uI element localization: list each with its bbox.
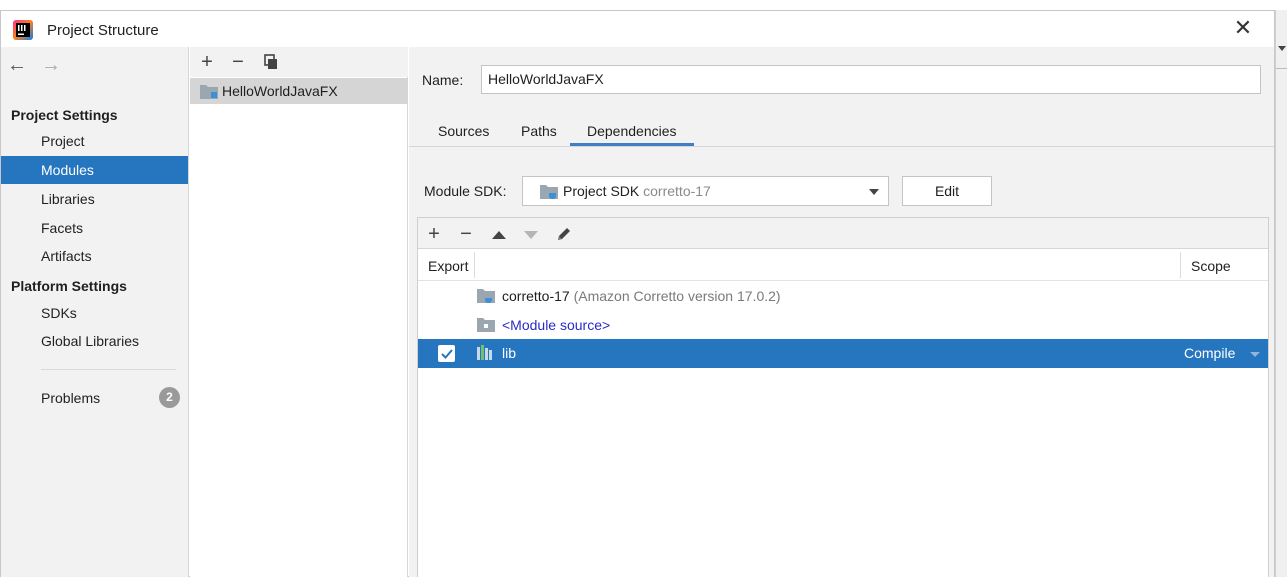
dependency-label: corretto-17 (Amazon Corretto version 17.…	[502, 288, 781, 304]
sidebar-item-modules[interactable]: Modules	[1, 156, 188, 184]
add-module-button[interactable]: +	[196, 51, 218, 73]
module-list-panel: + − HelloWorldJavaFX	[190, 47, 408, 577]
move-up-button[interactable]	[488, 223, 510, 245]
checkmark-icon	[441, 349, 453, 359]
dependencies-toolbar: + −	[418, 218, 1268, 249]
module-toolbar: + −	[190, 47, 408, 77]
pencil-icon	[558, 228, 570, 240]
module-sdk-value: Project SDK corretto-17	[563, 183, 711, 199]
column-divider	[474, 252, 475, 278]
tab-sources[interactable]: Sources	[438, 123, 489, 146]
dependency-name: lib	[502, 345, 517, 361]
sdk-folder-icon	[540, 185, 558, 199]
sdk-value-main: Project SDK	[563, 183, 640, 199]
ide-edge-divider	[1276, 68, 1287, 69]
arrow-up-icon	[492, 231, 506, 239]
export-column-header: Export	[428, 258, 469, 274]
module-item-helloworldjavafx[interactable]: HelloWorldJavaFX	[190, 78, 408, 104]
source-folder-icon	[477, 318, 495, 332]
module-folder-icon	[200, 85, 218, 99]
scope-dropdown-value[interactable]: Compile	[1184, 345, 1235, 361]
ide-menu-strip	[0, 0, 1287, 10]
tab-dependencies[interactable]: Dependencies	[570, 123, 694, 146]
dependencies-tab-content: Module SDK: Project SDK corretto-17 Edit…	[409, 147, 1274, 577]
add-dependency-button[interactable]: +	[423, 223, 445, 245]
close-button[interactable]: ✕	[1229, 17, 1257, 41]
forward-arrow-icon[interactable]: →	[41, 55, 61, 77]
dependency-row-lib[interactable]: lib Compile	[418, 339, 1268, 368]
remove-dependency-button[interactable]: −	[455, 223, 477, 245]
scope-column-header: Scope	[1191, 258, 1231, 274]
module-item-label: HelloWorldJavaFX	[222, 83, 338, 99]
settings-sidebar: ← → Project Settings Project Modules Lib…	[1, 47, 189, 577]
dependency-row-sdk[interactable]: corretto-17 (Amazon Corretto version 17.…	[418, 282, 1268, 311]
navigation-arrows: ← →	[7, 55, 61, 77]
name-label: Name:	[422, 72, 464, 88]
library-icon	[477, 345, 492, 360]
column-divider	[1180, 252, 1181, 278]
export-checkbox[interactable]	[438, 345, 455, 362]
ide-dropdown-caret-icon	[1278, 46, 1286, 51]
sdk-folder-icon	[477, 289, 495, 303]
sdk-value-detail: corretto-17	[643, 183, 711, 199]
platform-settings-heading: Platform Settings	[11, 278, 127, 294]
copy-module-button[interactable]	[260, 51, 282, 73]
sidebar-item-artifacts[interactable]: Artifacts	[1, 242, 188, 270]
sidebar-item-sdks[interactable]: SDKs	[1, 299, 188, 327]
project-settings-heading: Project Settings	[11, 107, 118, 123]
sidebar-item-project[interactable]: Project	[1, 127, 188, 155]
arrow-down-icon	[524, 231, 538, 239]
remove-module-button[interactable]: −	[227, 51, 249, 73]
dependency-name: <Module source>	[502, 317, 611, 333]
dependencies-table: + − Export Scope corretto-17 (Amazon Cor…	[417, 217, 1269, 577]
problems-count-badge: 2	[159, 387, 180, 408]
module-name-input[interactable]: HelloWorldJavaFX	[481, 65, 1261, 94]
module-sdk-dropdown[interactable]: Project SDK corretto-17	[522, 176, 889, 206]
dependency-name: corretto-17	[502, 288, 570, 304]
dependencies-header: Export Scope	[418, 249, 1268, 281]
sidebar-item-libraries[interactable]: Libraries	[1, 185, 188, 213]
chevron-down-icon	[869, 189, 879, 195]
copy-icon	[264, 54, 277, 69]
dependency-detail: (Amazon Corretto version 17.0.2)	[573, 288, 781, 304]
edit-dependency-button[interactable]	[553, 223, 575, 245]
project-structure-dialog: Project Structure ✕ ← → Project Settings…	[0, 10, 1275, 577]
move-down-button[interactable]	[520, 223, 542, 245]
back-arrow-icon[interactable]: ←	[7, 55, 27, 77]
tab-paths[interactable]: Paths	[521, 123, 557, 146]
module-settings-panel: Name: HelloWorldJavaFX Sources Paths Dep…	[409, 47, 1274, 577]
edit-sdk-button[interactable]: Edit	[902, 176, 992, 206]
dependency-row-module-source[interactable]: <Module source>	[418, 311, 1268, 340]
sidebar-divider	[41, 369, 176, 370]
ide-right-edge	[1275, 10, 1287, 577]
intellij-app-icon	[13, 20, 33, 40]
dialog-title: Project Structure	[47, 22, 159, 39]
module-sdk-label: Module SDK:	[424, 183, 507, 199]
sidebar-item-facets[interactable]: Facets	[1, 214, 188, 242]
scope-chevron-down-icon[interactable]	[1250, 352, 1260, 357]
sidebar-item-global-libraries[interactable]: Global Libraries	[1, 327, 188, 355]
dialog-title-bar: Project Structure ✕	[1, 11, 1274, 47]
